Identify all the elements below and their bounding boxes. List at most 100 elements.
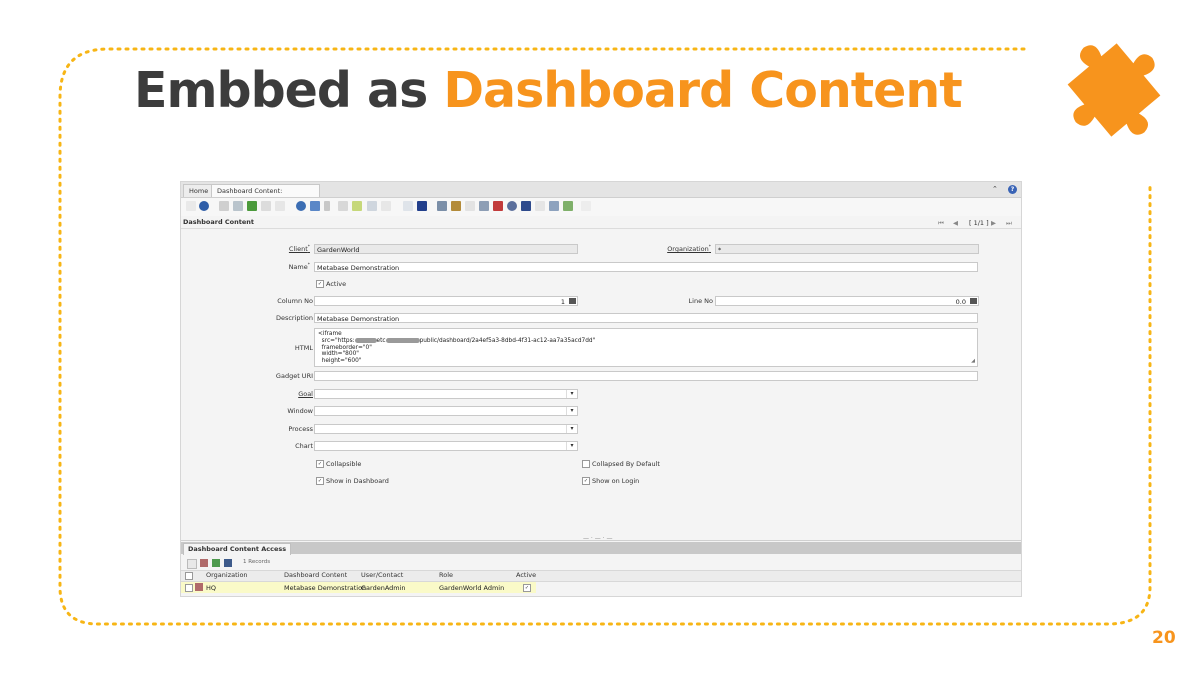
process-select[interactable]: ▾ <box>314 424 578 434</box>
first-record-icon[interactable]: ⏮ <box>938 219 944 228</box>
new-record-icon[interactable] <box>219 201 229 211</box>
header-divider <box>181 228 1021 229</box>
show-in-dashboard-checkbox[interactable]: ✓ Show in Dashboard <box>316 477 389 485</box>
edit-row-icon[interactable] <box>200 559 208 567</box>
chevron-down-icon[interactable]: ▾ <box>566 425 577 433</box>
world-icon[interactable] <box>507 201 517 211</box>
column-no-label: Column No <box>277 297 313 305</box>
collapsible-checkbox[interactable]: ✓ Collapsible <box>316 460 361 468</box>
description-field[interactable]: Metabase Demonstration <box>314 313 978 323</box>
col-organization[interactable]: Organization <box>206 571 248 579</box>
goal-label: Goal <box>298 390 313 398</box>
process-icon[interactable] <box>549 201 559 211</box>
grid-toggle-icon[interactable] <box>367 201 377 211</box>
grid-row-icon[interactable] <box>224 559 232 567</box>
save-row-icon[interactable] <box>212 559 220 567</box>
copy-record-icon[interactable] <box>233 201 243 211</box>
lock-icon[interactable] <box>535 201 545 211</box>
chevron-down-icon[interactable]: ▾ <box>566 442 577 450</box>
splitter[interactable] <box>181 540 1021 541</box>
help-toolbar-icon[interactable] <box>199 201 209 211</box>
refresh-icon[interactable] <box>275 201 285 211</box>
calculator-icon[interactable] <box>569 298 576 304</box>
puzzle-icon <box>1067 43 1161 137</box>
slide-title-accent: Dashboard Content <box>443 62 962 119</box>
html-line-4: width="800" <box>318 351 359 358</box>
name-field[interactable]: Metabase Demonstration <box>314 262 978 272</box>
customize-icon[interactable] <box>521 201 531 211</box>
tab-home[interactable]: Home <box>183 184 213 197</box>
app-window: Home Dashboard Content: Metabase...× ⌃ ? <box>180 181 1022 597</box>
col-dashboard-content[interactable]: Dashboard Content <box>284 571 347 579</box>
chart-select[interactable]: ▾ <box>314 441 578 451</box>
show-on-login-check-icon: ✓ <box>582 477 590 485</box>
gadget-uri-label: Gadget URI <box>275 372 313 380</box>
html-line-5: height="600" <box>318 358 362 365</box>
show-on-login-checkbox[interactable]: ✓ Show on Login <box>582 477 639 485</box>
organization-field[interactable]: * <box>715 244 979 254</box>
window-select[interactable]: ▾ <box>314 406 578 416</box>
page-number: 20 <box>1152 628 1176 648</box>
chat-icon[interactable] <box>338 201 348 211</box>
attachment-icon[interactable] <box>324 201 330 211</box>
cell-active-check-icon: ✓ <box>523 584 531 592</box>
new-row-icon[interactable] <box>187 559 197 569</box>
chevron-down-icon[interactable]: ▾ <box>566 407 577 415</box>
next-record-icon[interactable]: ▶ <box>991 219 996 227</box>
workflow-icon[interactable] <box>493 201 503 211</box>
chart-label: Chart <box>295 442 313 450</box>
cell-organization: HQ <box>206 584 217 592</box>
slide-title-main: Embbed as <box>134 62 428 119</box>
col-active[interactable]: Active <box>516 571 536 579</box>
undo-icon[interactable] <box>186 201 196 211</box>
active-checkbox[interactable]: ✓ Active <box>316 280 346 288</box>
archive-icon[interactable] <box>451 201 461 211</box>
print-preview-icon[interactable] <box>465 201 475 211</box>
client-field[interactable]: GardenWorld <box>314 244 578 254</box>
previous-icon[interactable] <box>403 201 413 211</box>
show-in-dashboard-check-icon: ✓ <box>316 477 324 485</box>
gadget-uri-field[interactable] <box>314 371 978 381</box>
tab-dashboard-content-access[interactable]: Dashboard Content Access <box>183 543 292 555</box>
calculator-icon[interactable] <box>970 298 977 304</box>
line-no-field[interactable]: 0.0 <box>715 296 979 306</box>
collapse-icon[interactable]: ⌃ <box>992 185 998 193</box>
process-label: Process <box>288 425 313 433</box>
client-label: Client* <box>288 245 310 254</box>
html-line-1: <iframe <box>318 331 342 337</box>
collapsed-by-default-checkbox[interactable]: Collapsed By Default <box>582 460 660 468</box>
row-select-checkbox[interactable] <box>185 584 193 592</box>
last-record-icon[interactable]: ⏭ <box>1006 219 1012 228</box>
slide-title: Embbed as Dashboard Content <box>134 62 963 119</box>
quick-info-icon[interactable] <box>581 201 591 211</box>
zoom-across-icon[interactable] <box>479 201 489 211</box>
report-icon[interactable] <box>437 201 447 211</box>
col-role[interactable]: Role <box>439 571 453 579</box>
next-icon[interactable] <box>417 201 427 211</box>
html-textarea[interactable]: <iframe src="https: etc public/dashboard/2… <box>314 328 978 367</box>
cell-user-contact: GardenAdmin <box>361 584 406 592</box>
find-icon[interactable] <box>310 201 320 211</box>
detail-tab-bar <box>181 542 1021 554</box>
edit-record-icon[interactable] <box>195 583 203 591</box>
goal-select[interactable]: ▾ <box>314 389 578 399</box>
previous-record-icon[interactable]: ◀ <box>953 219 958 227</box>
column-no-field[interactable]: 1 <box>314 296 578 306</box>
save-icon[interactable] <box>247 201 257 211</box>
export-icon[interactable] <box>563 201 573 211</box>
requery-icon[interactable] <box>296 201 306 211</box>
delete-icon[interactable] <box>261 201 271 211</box>
help-icon[interactable]: ? <box>1008 185 1017 194</box>
chevron-down-icon[interactable]: ▾ <box>566 390 577 398</box>
tab-dashboard-content[interactable]: Dashboard Content: Metabase...× <box>211 184 320 207</box>
col-user-contact[interactable]: User/Contact <box>361 571 403 579</box>
history-icon[interactable] <box>352 201 362 211</box>
html-label: HTML <box>294 344 313 352</box>
window-label: Window <box>287 407 313 415</box>
resize-handle-icon[interactable]: ◢ <box>971 358 975 365</box>
toolbar <box>181 198 1021 216</box>
parent-icon[interactable] <box>381 201 391 211</box>
select-all-checkbox[interactable] <box>185 572 193 580</box>
redacted-host <box>354 337 377 343</box>
records-count: 1 Records <box>243 559 271 565</box>
